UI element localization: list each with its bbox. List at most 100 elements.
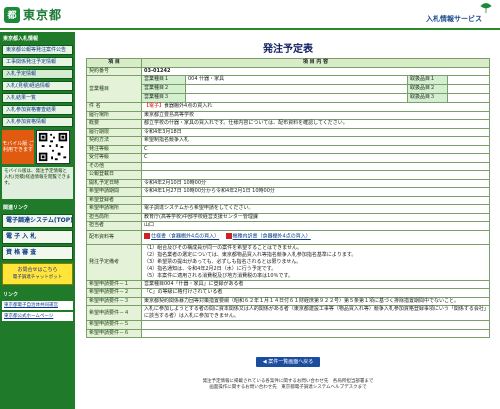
table-row: 履行期限 令和4年3月18日 (86, 127, 490, 137)
item-value (448, 85, 489, 93)
sidebar-item-procurement-top[interactable]: 電子調達システム(TOP) (2, 214, 73, 228)
mobile-note: モバイル版は、発注予定情報と入札(見積)経過情報を閲覧できます。 (2, 167, 73, 199)
row-label: 希望申請要件－５ (86, 320, 142, 330)
condition-4: 入札に参加しようとする者の間に資本関係又は人的関係がある者（東京都建設工事等（物… (141, 305, 490, 321)
table-row: 希望申請要件－５ (86, 320, 490, 330)
row-label: 受付等級 (86, 153, 142, 163)
sidebar-section-title: 東京都入札情報 (3, 36, 39, 42)
publication-date (141, 170, 490, 180)
row-label: 希望登録者 (86, 195, 142, 205)
table-row: 担当局所 教育庁(高等学校)中部学校経営支援センター管理課 (86, 212, 490, 222)
note-line: （1）組合及びその構成員が同一の案件を希望することはできません。 (144, 244, 303, 251)
item-value (448, 94, 489, 102)
condition-6 (141, 328, 490, 338)
row-label: 配布資料等 (86, 229, 142, 245)
contract-method: 希望制指名競争入札 (141, 136, 490, 146)
row-label: 営業種目 (86, 75, 142, 103)
link-joint-operation[interactable]: 東京都電子自治体共同運営 (2, 301, 73, 310)
chatbot-button[interactable]: お問合せはこちら 電子調達チャットボット (2, 263, 73, 285)
pdf-icon (144, 233, 150, 240)
sidebar-item-koho[interactable]: 東京都公報等発注案件公告 (2, 45, 73, 55)
contract-number: 03-01242 (141, 66, 490, 76)
doc-link-spec[interactable]: 仕様書（食器棚外4点の買入） (151, 234, 219, 240)
sidebar-item-e-bidding[interactable]: 電 子 入 札 (2, 230, 73, 244)
item-value (448, 76, 489, 84)
summary: 都立学校の什器・家具の買入れです。仕様内容については、配布資料を確認してください… (141, 119, 490, 129)
service-name: 入札情報サービス (426, 15, 482, 23)
table-row: 公報登載日 (86, 170, 490, 180)
sidebar-item-bid-plan[interactable]: 入札(見積)経過情報 (2, 81, 73, 91)
tokyo-emblem-icon: 都 (4, 6, 20, 23)
back-to-list-button[interactable]: ◀ 案件一覧画面へ戻る (256, 357, 320, 367)
sub-label: 取扱品目１ (408, 76, 448, 84)
note-line: （4）指名通知は、令和4年2月2日（水）に行う予定です。 (144, 265, 277, 272)
sidebar-item-qualification[interactable]: 入札参加資格情報 (2, 117, 73, 127)
row-label: 担当者 (86, 221, 142, 231)
table-row: 希望申請場所 電子調達システムから希望申請をしてください。 (86, 204, 490, 214)
main-content: 発注予定表 項 目 項 目 内 容 契約番号 03-01242 営業種目 営業種… (86, 32, 490, 338)
row-label: 契約方法 (86, 136, 142, 146)
table-row: その他 (86, 161, 490, 171)
sub-label: 営業種目２ (142, 85, 186, 93)
sidebar-item-bid-progress[interactable]: 入札結果一覧 (2, 93, 73, 103)
mobile-badge[interactable]: モバイル版 ご利用できます (2, 130, 34, 164)
condition-2: 「C」の等級に格付けされている者 (141, 288, 490, 298)
condition-5 (141, 320, 490, 330)
business-type-3: 営業種目３ 取扱品目３ (142, 94, 489, 102)
table-row: 希望申請要件－２ 「C」の等級に格付けされている者 (86, 288, 490, 298)
top-header: 都 東京都 入札情報サービス (0, 0, 500, 30)
other-value (141, 161, 490, 171)
row-label: 履行期限 (86, 127, 142, 137)
row-label: 担当局所 (86, 212, 142, 222)
sidebar-item-bid-results[interactable]: 入札参加資格審査結果 (2, 105, 73, 115)
table-row: 開札予定日時 令和4年2月10日 10時00分 (86, 178, 490, 188)
business-type-1: 営業種目１ 004 什器・家具 取扱品目１ (142, 76, 489, 84)
note-line: （5）本案件に適用される消費税及び地方消費税の率は10％です。 (144, 272, 294, 279)
case-name: 【電子】食器棚外4点の買入れ (141, 102, 490, 112)
sidebar: 東京都入札情報 東京都公報等発注案件公告 工事関係発注予定情報 入札予定情報 入… (0, 32, 75, 409)
table-row: 件 名 【電子】食器棚外4点の買入れ (86, 102, 490, 112)
footer: 発注予定情報に掲載されている各案件に関するお問い合わせ先 各局所担当部署まで 画… (86, 379, 490, 391)
row-label: 希望申請場所 (86, 204, 142, 214)
link-tokyo-official[interactable]: 東京都公式ホームページ (2, 312, 73, 321)
sidebar-section-title-3: リンク (3, 292, 19, 298)
condition-1: 営業種目004「什器・家具」に登録がある者 (141, 279, 490, 289)
business-type-2: 営業種目２ 取扱品目２ (142, 85, 489, 93)
row-label: 希望申請要件－１ (86, 279, 142, 289)
footer-line: 画面操作に関するお問い合わせ先 東京都電子調達システムヘルプデスクまで (209, 385, 367, 390)
table-row: 希望登録者 (86, 195, 490, 205)
accept-grade: C (141, 153, 490, 163)
delivery-place: 東京都立豊島高等学校 (141, 110, 490, 120)
table-row: 希望申請期間 令和4年1月27日 10時00分から令和4年2月1日 10時00分 (86, 187, 490, 197)
condition-3: 東京都契約関係暴力団等対策措置要綱（昭和６２年１月１４日付６１財経庶第９２２号）… (141, 296, 490, 306)
sidebar-item-order-plan[interactable]: 入札予定情報 (2, 69, 73, 79)
doc-link-breakdown[interactable]: 機種内訳書（食器棚外4点の買入） (233, 234, 311, 240)
row-label: 発注等級 (86, 144, 142, 154)
table-row: 概要 都立学校の什器・家具の買入れです。仕様内容については、配布資料を確認してく… (86, 119, 490, 129)
business-type-1-value: 004 什器・家具 (186, 76, 408, 84)
row-label: その他 (86, 161, 142, 171)
note-line: （3）希望票の提出があっても、必ずしも指名されるとは限りません。 (144, 258, 302, 265)
sidebar-item-construction-plan[interactable]: 工事関係発注予定情報 (2, 57, 73, 67)
table-row: 営業種目 営業種目１ 004 什器・家具 取扱品目１ (86, 75, 490, 103)
column-header-content: 項 目 内 容 (141, 58, 490, 68)
row-label: 公報登載日 (86, 170, 142, 180)
deadline: 令和4年3月18日 (141, 127, 490, 137)
table-row: 発注等級 C (86, 144, 490, 154)
sidebar-item-qualification-review[interactable]: 資 格 審 査 (2, 246, 73, 260)
qr-code-icon (36, 130, 70, 164)
ginkgo-leaf-icon (480, 3, 492, 13)
table-row: 希望申請要件－１ 営業種目004「什器・家具」に登録がある者 (86, 279, 490, 289)
sub-label: 営業種目１ (142, 76, 186, 84)
tokyo-logo[interactable]: 都 東京都 (4, 6, 62, 23)
logo-text: 東京都 (23, 8, 63, 22)
table-row: 希望申請要件－４ 入札に参加しようとする者の間に資本関係又は人的関係がある者（東… (86, 305, 490, 321)
case-name-text: 食器棚外4点の買入れ (164, 103, 213, 110)
table-row: 受付等級 C (86, 153, 490, 163)
table-row: 履行場所 東京都立豊島高等学校 (86, 110, 490, 120)
sub-label: 取扱品目３ (408, 94, 448, 102)
office: 教育庁(高等学校)中部学校経営支援センター管理課 (141, 212, 490, 222)
table-row: 担当者 山口 (86, 221, 490, 231)
table-row: 営業種目２ 取扱品目２ (87, 84, 490, 94)
row-label: 契約番号 (86, 66, 142, 76)
